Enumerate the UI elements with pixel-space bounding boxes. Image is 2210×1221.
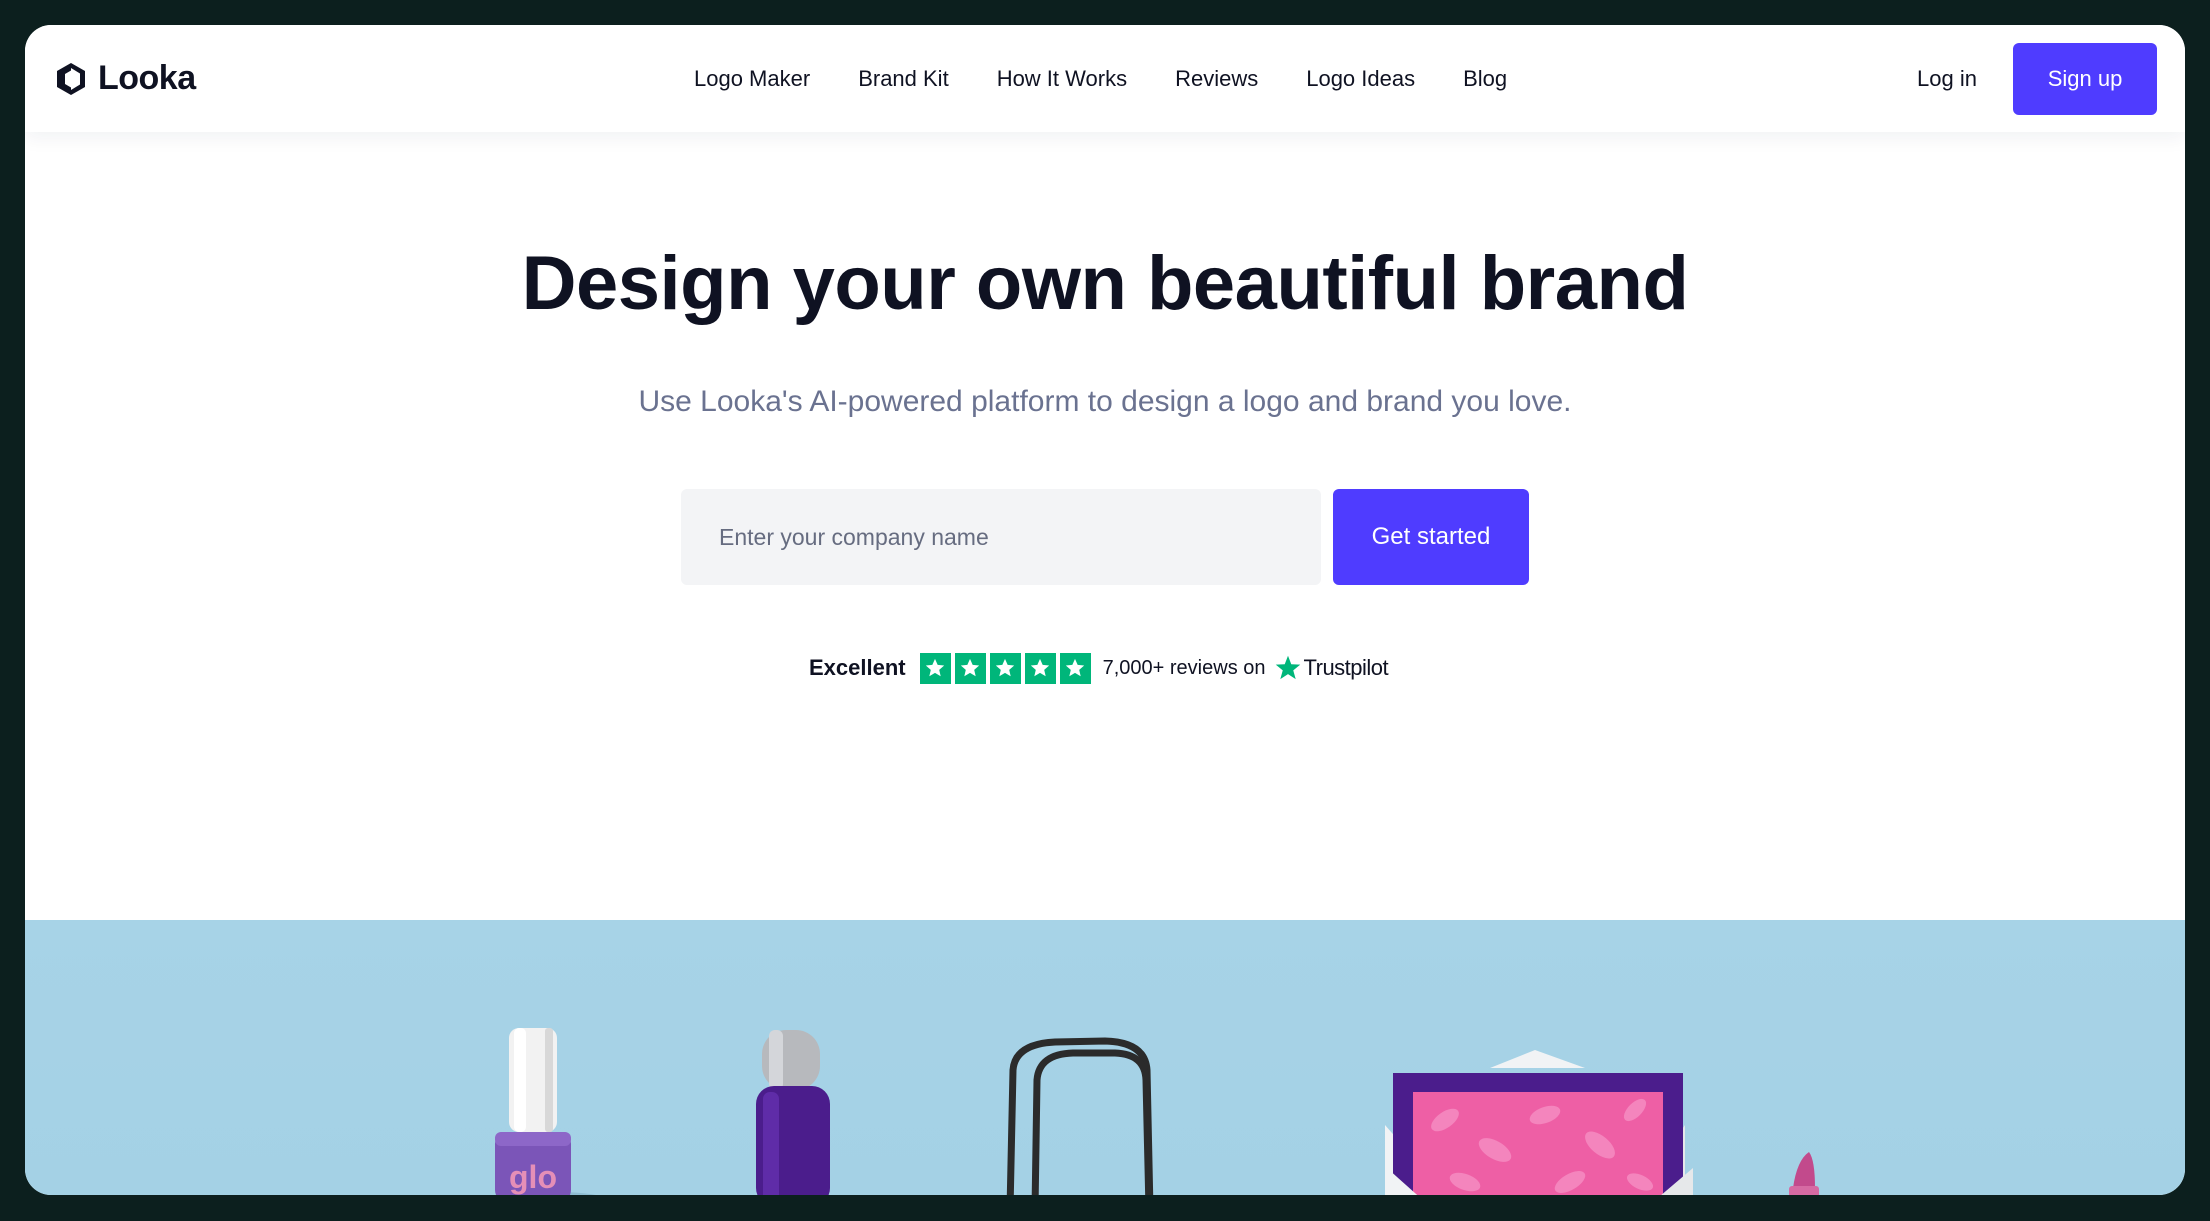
nav-how-it-works[interactable]: How It Works <box>997 66 1127 92</box>
hero-subtitle: Use Looka's AI-powered platform to desig… <box>638 385 1572 418</box>
trustpilot-logo-text: Trustpilot <box>1303 655 1389 680</box>
lipstick <box>1789 1152 1819 1195</box>
shopping-bag <box>1006 1037 1154 1195</box>
signup-button[interactable]: Sign up <box>2013 42 2157 115</box>
envelope-card <box>1385 1050 1693 1195</box>
site-header: Looka Logo Maker Brand Kit How It Works … <box>25 25 2185 132</box>
brand-logo[interactable]: Looka <box>54 59 196 98</box>
rating-label: Excellent <box>809 655 906 680</box>
header-actions: Log in Sign up <box>1917 42 2157 115</box>
bottle-label: glo <box>509 1159 557 1195</box>
star-icon <box>1059 652 1091 684</box>
nav-brand-kit[interactable]: Brand Kit <box>858 66 949 92</box>
company-name-form: Get started <box>681 489 1531 585</box>
showcase-illustration: glo <box>495 1028 1819 1195</box>
reviews-count: 7,000+ reviews on <box>1102 656 1266 679</box>
login-link[interactable]: Log in <box>1917 66 1977 92</box>
rating-stars <box>919 652 1091 684</box>
hero-title: Design your own beautiful brand <box>521 241 1689 326</box>
star-icon <box>1024 652 1056 684</box>
nav-logo-ideas[interactable]: Logo Ideas <box>1306 66 1415 92</box>
star-icon <box>954 652 986 684</box>
trustpilot-rating[interactable]: Excellent 7,000+ reviews on Trustpilot <box>809 652 1389 684</box>
nav-reviews[interactable]: Reviews <box>1175 66 1258 92</box>
nav-logo-maker[interactable]: Logo Maker <box>694 66 810 92</box>
spray-bottle <box>756 1030 830 1195</box>
nail-polish-bottle: glo <box>495 1028 597 1195</box>
browser-page: Looka Logo Maker Brand Kit How It Works … <box>25 25 2185 1195</box>
trustpilot-star-icon <box>1275 655 1300 680</box>
brand-name: Looka <box>98 59 196 97</box>
looka-logo-icon <box>57 62 85 95</box>
star-icon <box>919 652 951 684</box>
brand-showcase-image: glo <box>25 920 2185 1195</box>
get-started-button[interactable]: Get started <box>1333 489 1529 585</box>
main-nav: Logo Maker Brand Kit How It Works Review… <box>694 25 1507 132</box>
star-icon <box>989 652 1021 684</box>
company-name-input[interactable] <box>681 489 1321 585</box>
nav-blog[interactable]: Blog <box>1463 66 1507 92</box>
